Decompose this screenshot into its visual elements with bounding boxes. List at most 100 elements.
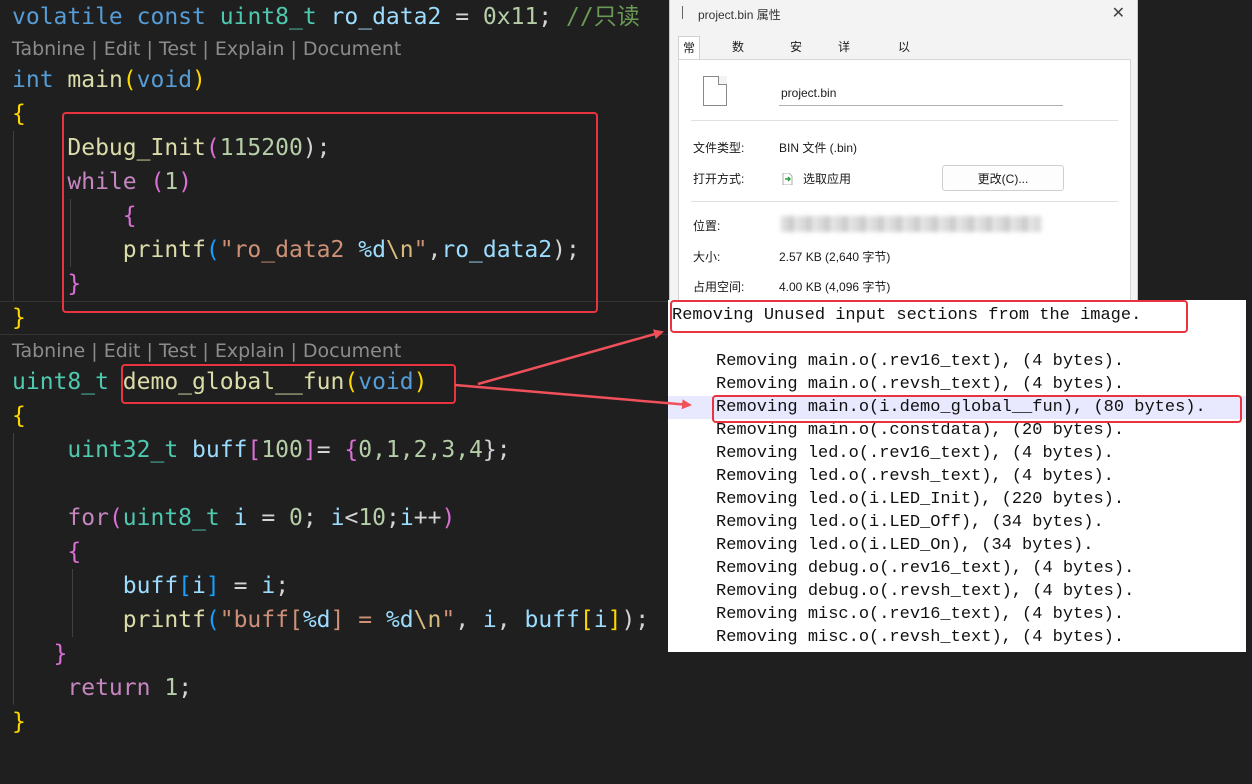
operator: ++	[413, 505, 442, 531]
code-line-printf-buff[interactable]: printf("buff[%d] = %d\n", i, buff[i]);	[12, 603, 649, 637]
variable-name: i	[399, 505, 414, 531]
linker-output-row: Removing led.o(i.LED_Init), (220 bytes).	[716, 490, 1125, 509]
variable-name: i	[261, 573, 276, 599]
annotation-box-demo-fun-row	[712, 395, 1242, 423]
paren-semicolon: );	[621, 607, 650, 633]
brace: }	[12, 305, 26, 331]
keyword-void: void	[136, 67, 193, 93]
number-literal: 1	[164, 675, 179, 701]
codelens-demo-fun[interactable]: Tabnine | Edit | Test | Explain | Docume…	[12, 334, 401, 368]
string-literal: ] =	[330, 607, 386, 633]
semicolon: ;	[302, 505, 317, 531]
tab-previous-versions[interactable]: 以前的版本	[894, 36, 914, 142]
operator: <	[344, 505, 359, 531]
document-icon	[703, 76, 727, 106]
keyword-return: return	[67, 675, 151, 701]
code-line-for-brace-close[interactable]: }	[12, 637, 68, 671]
file-type-label: 文件类型:	[693, 141, 745, 155]
paren: (	[108, 505, 123, 531]
paren: (	[205, 607, 220, 633]
operator: =	[316, 437, 331, 463]
linker-output-row: Removing led.o(i.LED_On), (34 bytes).	[716, 536, 1094, 555]
code-line-brace-close[interactable]: }	[12, 301, 26, 335]
code-line-return[interactable]: return 1;	[12, 671, 192, 705]
code-comment: //只读	[566, 4, 640, 30]
comma: ,	[496, 607, 511, 633]
close-icon[interactable]: ✕	[1112, 3, 1125, 23]
variable-name: ro_data2	[330, 4, 442, 30]
bracket: ]	[205, 573, 220, 599]
code-line-assign[interactable]: buff[i] = i;	[12, 569, 289, 603]
annotation-box-main-body	[62, 112, 598, 313]
file-type-value: BIN 文件 (.bin)	[779, 141, 858, 155]
bracket: ]	[302, 437, 317, 463]
code-line-brace-open[interactable]: {	[12, 97, 26, 131]
size-on-disk-label: 占用空间:	[693, 280, 745, 294]
brace: }	[53, 641, 68, 667]
brace-semicolon: };	[482, 437, 511, 463]
tab-general[interactable]: 常规	[678, 36, 701, 77]
bracket: [	[247, 437, 262, 463]
paren: (	[122, 67, 137, 93]
semicolon: ;	[275, 573, 290, 599]
number-literal: 100	[261, 437, 303, 463]
codelens-main[interactable]: Tabnine | Edit | Test | Explain | Docume…	[12, 32, 401, 66]
keyword-for: for	[67, 505, 109, 531]
variable-name: i	[192, 573, 206, 599]
number-literal: 0x11	[482, 4, 539, 30]
variable-name: buff	[524, 607, 580, 633]
linker-output-row: Removing misc.o(.revsh_text), (4 bytes).	[716, 628, 1125, 647]
variable-name: i	[330, 505, 345, 531]
size-on-disk-value: 4.00 KB (4,096 字节)	[779, 280, 891, 294]
brace: }	[12, 709, 26, 735]
function-call-printf: printf	[122, 607, 206, 633]
code-line-fun-brace-open[interactable]: {	[12, 399, 26, 433]
comma: ,	[455, 607, 470, 633]
code-line-buff-decl[interactable]: uint32_t buff[100]= {0,1,2,3,4};	[12, 433, 511, 467]
semicolon: ;	[386, 505, 400, 531]
code-line-for-brace-open[interactable]: {	[12, 535, 81, 569]
operator: =	[455, 4, 470, 30]
open-with-value: 选取应用	[803, 172, 852, 186]
keyword-volatile: volatile	[12, 4, 123, 30]
brace: {	[12, 403, 26, 429]
tab-digital-signatures[interactable]: 数字签名	[728, 36, 748, 120]
paren: )	[441, 505, 456, 531]
number-literal: 0,1,2,3,4	[358, 437, 483, 463]
escape-sequence: \n	[413, 607, 442, 633]
dialog-titlebar[interactable]: project.bin 属性 ✕	[670, 0, 1137, 28]
semicolon: ;	[178, 675, 193, 701]
code-line-for[interactable]: for(uint8_t i = 0; i<10;i++)	[12, 501, 455, 535]
type-name: uint8_t	[122, 505, 220, 531]
bracket: [	[178, 573, 193, 599]
code-line-rodata[interactable]: volatile const uint8_t ro_data2 = 0x11; …	[12, 0, 640, 34]
code-line-fun-brace-close[interactable]: }	[12, 705, 26, 739]
location-label: 位置:	[693, 219, 721, 233]
tab-security[interactable]: 安全	[786, 36, 806, 76]
function-name-main: main	[67, 67, 123, 93]
tab-details[interactable]: 详细信息	[834, 36, 854, 120]
filename-input[interactable]	[779, 80, 1063, 106]
codelens-text[interactable]: Tabnine | Edit | Test | Explain | Docume…	[12, 340, 401, 362]
brace: {	[67, 539, 82, 565]
string-literal: "	[441, 607, 456, 633]
code-editor[interactable]: volatile const uint8_t ro_data2 = 0x11; …	[0, 0, 668, 784]
linker-output-row: Removing led.o(.rev16_text), (4 bytes).	[716, 444, 1114, 463]
codelens-text[interactable]: Tabnine | Edit | Test | Explain | Docume…	[12, 38, 401, 60]
bracket: [	[579, 607, 594, 633]
divider	[691, 201, 1118, 202]
variable-name: i	[482, 607, 497, 633]
variable-name: buff	[122, 573, 179, 599]
open-with-label: 打开方式:	[693, 172, 745, 186]
code-line-main-signature[interactable]: int main(void)	[12, 63, 206, 97]
file-properties-dialog[interactable]: project.bin 属性 ✕ 常规 数字签名 安全 详细信息 以前的版本 文…	[669, 0, 1138, 300]
size-label: 大小:	[693, 250, 721, 264]
variable-name: buff	[192, 437, 248, 463]
brace: {	[12, 101, 26, 127]
semicolon: ;	[538, 4, 553, 30]
linker-output-row: Removing debug.o(.revsh_text), (4 bytes)…	[716, 582, 1135, 601]
format-specifier: %d	[302, 607, 331, 633]
number-literal: 0	[289, 505, 303, 531]
change-button[interactable]: 更改(C)...	[942, 165, 1064, 191]
type-name: uint32_t	[67, 437, 179, 463]
